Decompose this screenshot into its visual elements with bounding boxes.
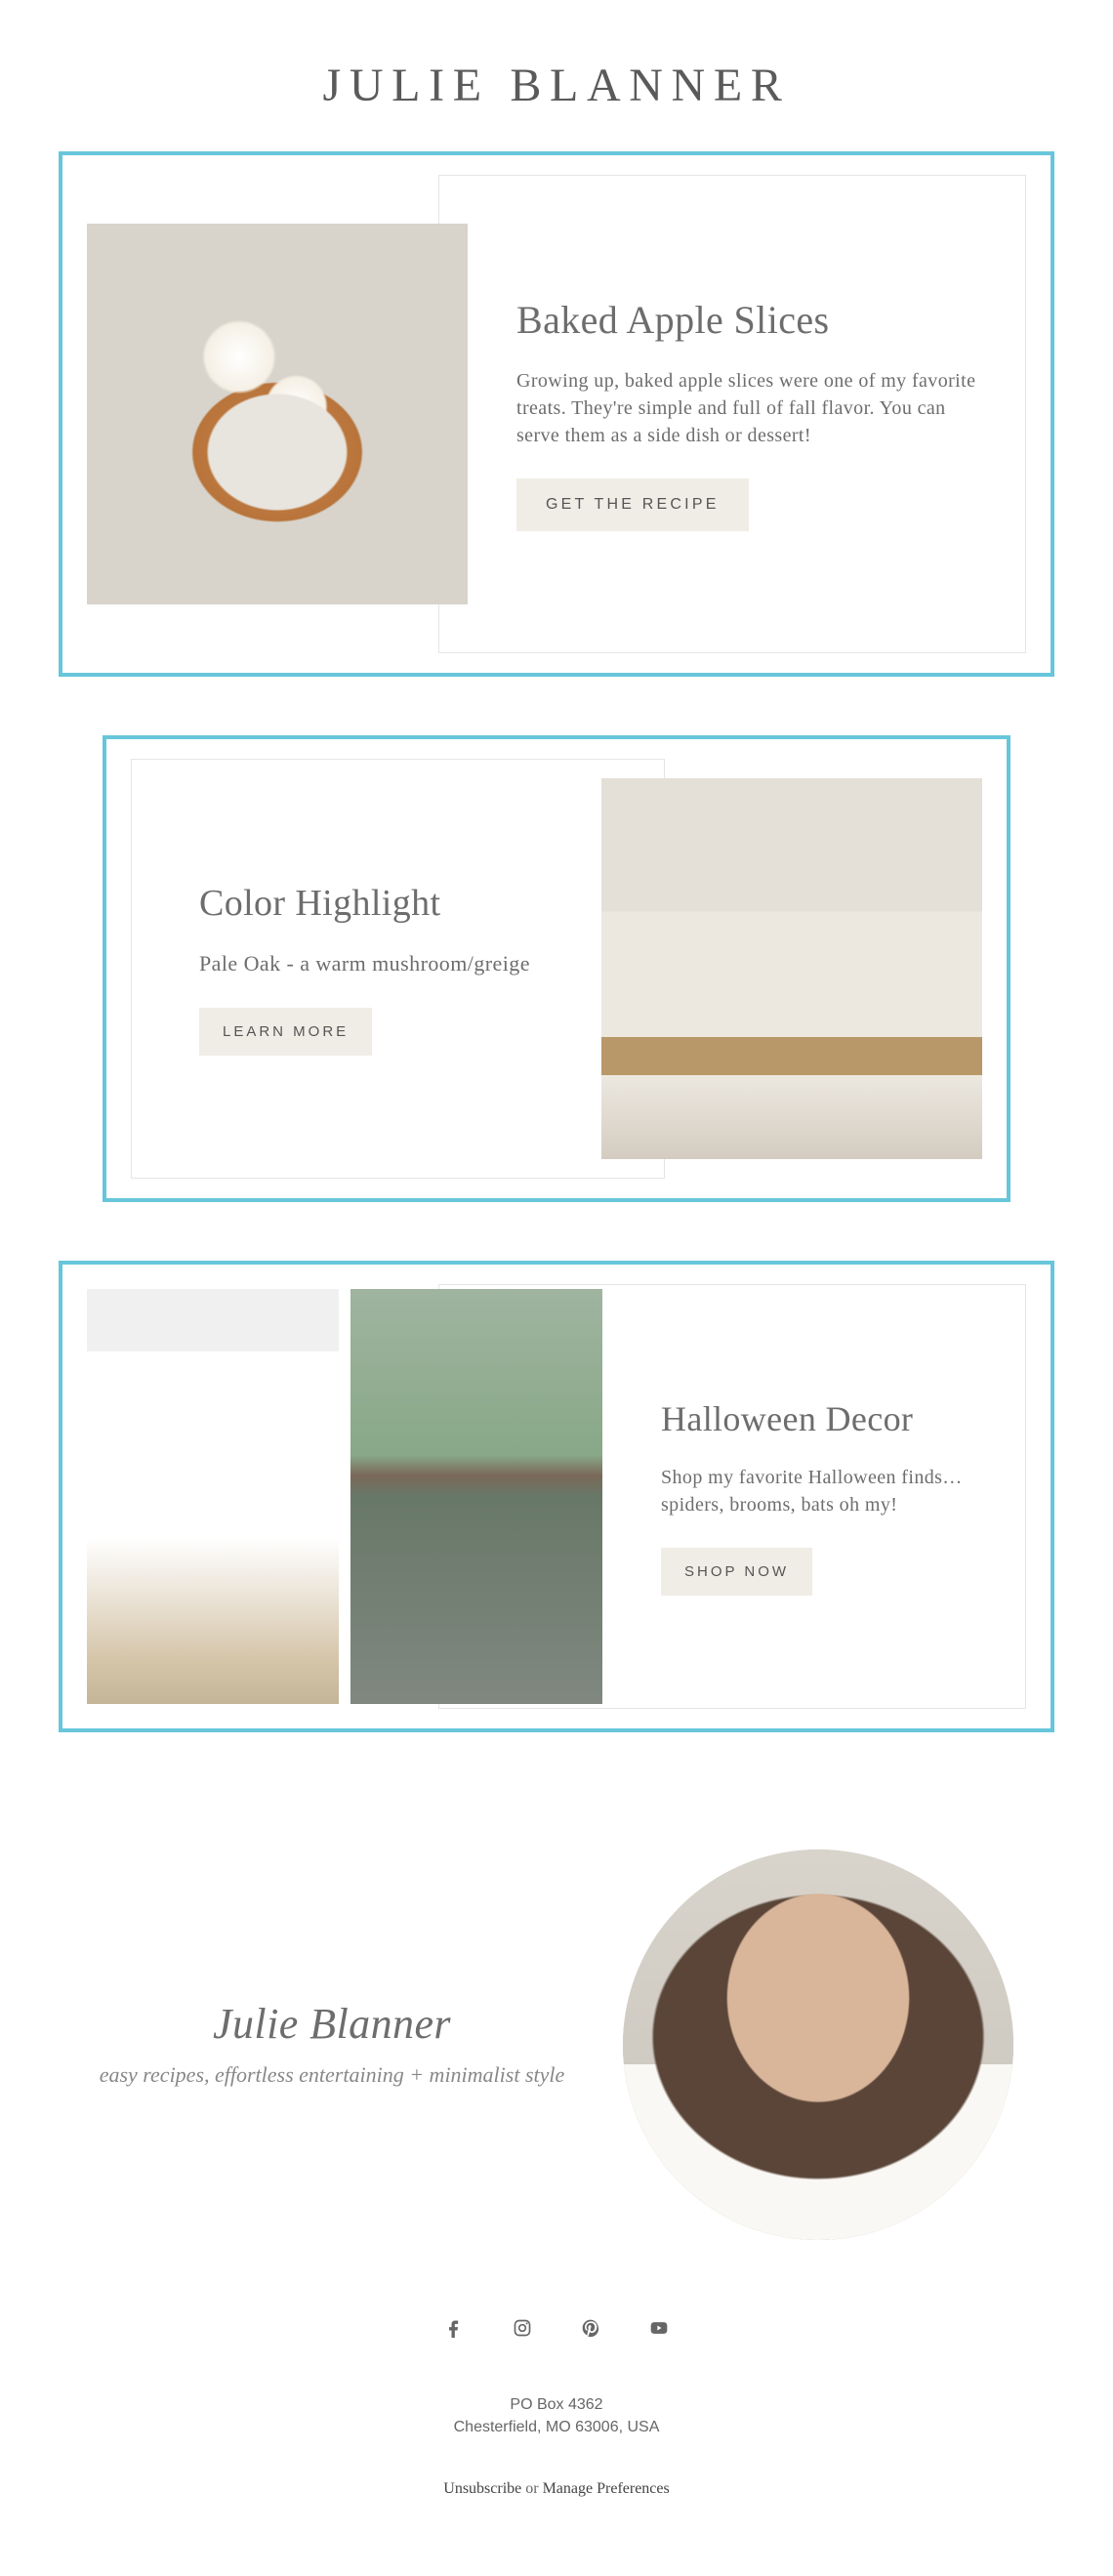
halloween-door-image	[87, 1289, 339, 1704]
nightstand-image	[601, 778, 982, 1159]
site-logo: JULIE BLANNER	[0, 0, 1113, 151]
shop-now-button[interactable]: SHOP NOW	[661, 1548, 812, 1596]
youtube-icon[interactable]	[649, 2318, 669, 2338]
instagram-icon[interactable]	[513, 2318, 532, 2338]
halloween-yard-image	[350, 1289, 602, 1704]
unsubscribe-link[interactable]: Unsubscribe	[443, 2480, 521, 2497]
baked-apples-image	[87, 224, 468, 604]
learn-more-button[interactable]: LEARN MORE	[199, 1008, 372, 1056]
bio-section: Julie Blanner easy recipes, effortless e…	[0, 1791, 1113, 2299]
card-description: Shop my favorite Halloween finds… spider…	[661, 1464, 987, 1518]
get-the-recipe-button[interactable]: GET THE RECIPE	[516, 478, 749, 531]
card-description: Growing up, baked apple slices were one …	[516, 367, 977, 449]
address-line-2: Chesterfield, MO 63006, USA	[0, 2419, 1113, 2436]
footer-or: or	[521, 2480, 542, 2497]
manage-preferences-link[interactable]: Manage Preferences	[543, 2480, 670, 2497]
facebook-icon[interactable]	[444, 2318, 464, 2338]
bio-portrait	[623, 1849, 1013, 2240]
social-links	[0, 2299, 1113, 2382]
card-baked-apple-slices: Baked Apple Slices Growing up, baked app…	[59, 151, 1054, 677]
card-title: Halloween Decor	[661, 1398, 987, 1439]
card-halloween-decor: Halloween Decor Shop my favorite Hallowe…	[59, 1261, 1054, 1732]
bio-tagline: easy recipes, effortless entertaining + …	[100, 2060, 565, 2091]
card-title: Color Highlight	[199, 882, 553, 925]
bio-name: Julie Blanner	[100, 1999, 565, 2049]
footer-address: PO Box 4362 Chesterfield, MO 63006, USA	[0, 2382, 1113, 2451]
pinterest-icon[interactable]	[581, 2318, 600, 2338]
footer-links: Unsubscribe or Manage Preferences	[0, 2451, 1113, 2556]
card-title: Baked Apple Slices	[516, 297, 977, 343]
address-line-1: PO Box 4362	[0, 2396, 1113, 2414]
card-description: Pale Oak - a warm mushroom/greige	[199, 949, 553, 979]
card-color-highlight: Color Highlight Pale Oak - a warm mushro…	[103, 735, 1010, 1202]
